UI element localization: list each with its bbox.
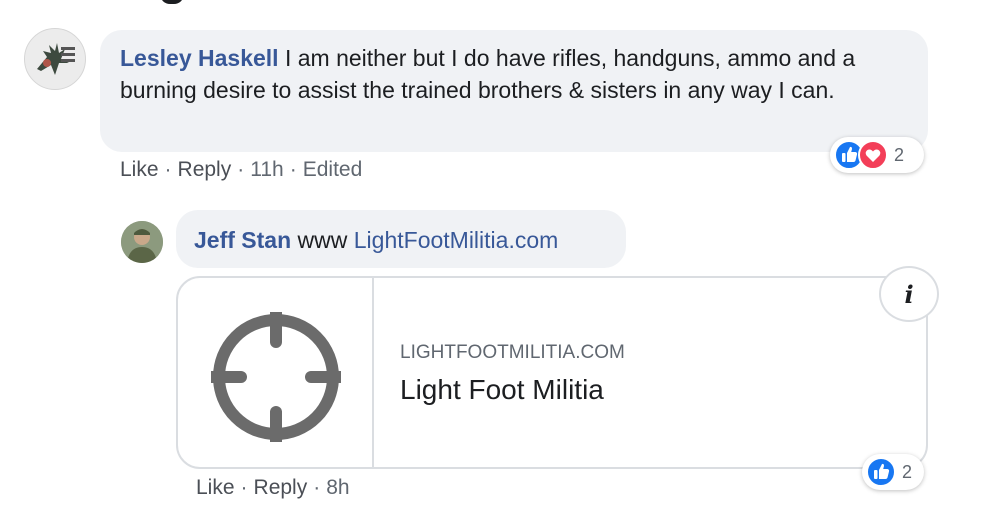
reply-timestamp[interactable]: 8h bbox=[326, 476, 349, 499]
reply-reactions[interactable]: 2 bbox=[862, 454, 924, 490]
like-icon bbox=[866, 457, 896, 487]
like-button[interactable]: Like bbox=[120, 158, 159, 181]
link-preview-title[interactable]: Light Foot Militia bbox=[400, 374, 604, 406]
separator-dot: · bbox=[313, 476, 321, 499]
clipped-previous-text bbox=[160, 0, 184, 4]
comment-author-link[interactable]: Lesley Haskell bbox=[120, 45, 279, 71]
separator-dot: · bbox=[289, 158, 297, 181]
love-icon bbox=[858, 140, 888, 170]
avatar-jeff-stan[interactable] bbox=[121, 221, 163, 263]
comment-timestamp[interactable]: 11h bbox=[250, 158, 283, 181]
separator-dot: · bbox=[164, 158, 172, 181]
comment-reactions[interactable]: 2 bbox=[830, 137, 924, 173]
comment-body: Lesley Haskell I am neither but I do hav… bbox=[120, 42, 910, 106]
reply-website-link[interactable]: LightFootMilitia.com bbox=[354, 227, 559, 253]
link-preview-image bbox=[178, 278, 374, 467]
separator-dot: · bbox=[240, 476, 248, 499]
separator-dot: · bbox=[237, 158, 245, 181]
reply-button[interactable]: Reply bbox=[254, 476, 308, 499]
info-button[interactable]: i bbox=[879, 266, 939, 322]
avatar-image bbox=[121, 221, 163, 263]
like-button[interactable]: Like bbox=[196, 476, 235, 499]
comment-actions: Like · Reply · 11h · Edited bbox=[120, 158, 362, 182]
reply-author-link[interactable]: Jeff Stan bbox=[194, 227, 291, 253]
reaction-count: 2 bbox=[894, 144, 905, 165]
info-icon: i bbox=[904, 279, 914, 309]
avatar-lesley-haskell[interactable] bbox=[24, 28, 86, 90]
link-preview-domain: LIGHTFOOTMILITIA.COM bbox=[400, 342, 625, 363]
reply-actions: Like · Reply · 8h bbox=[196, 476, 350, 500]
edited-label[interactable]: Edited bbox=[303, 158, 363, 181]
reply-text: www bbox=[291, 227, 354, 253]
reaction-count: 2 bbox=[902, 461, 913, 482]
reply-button[interactable]: Reply bbox=[178, 158, 232, 181]
crosshair-icon bbox=[211, 312, 341, 442]
reply-body: Jeff Stan www LightFootMilitia.com bbox=[194, 224, 558, 256]
avatar-image bbox=[25, 29, 85, 89]
link-preview-card[interactable]: LIGHTFOOTMILITIA.COM Light Foot Militia bbox=[176, 276, 928, 469]
